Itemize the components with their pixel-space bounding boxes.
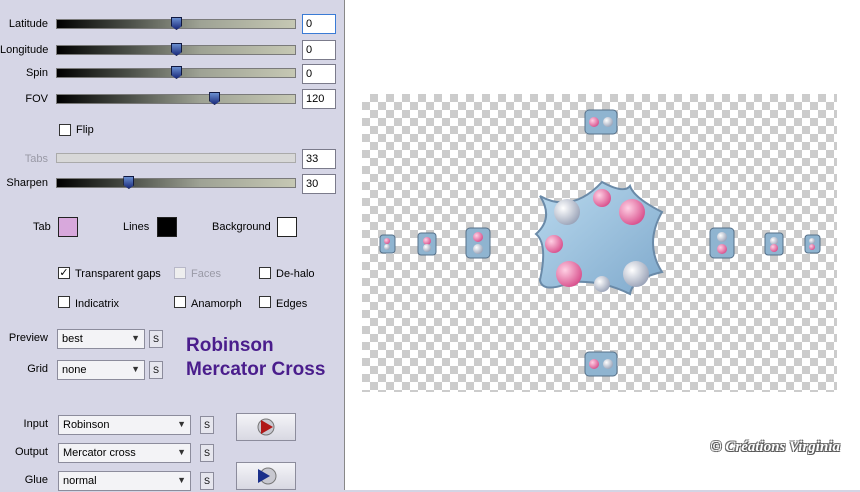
tab-color-swatch[interactable] <box>58 217 78 237</box>
preview-select[interactable]: best ▼ <box>57 329 145 349</box>
spin-value-field[interactable]: 0 <box>302 64 336 84</box>
lines-color-swatch[interactable] <box>157 217 177 237</box>
chevron-down-icon: ▼ <box>177 447 186 457</box>
output-label: Output <box>14 446 48 458</box>
longitude-slider[interactable] <box>56 43 296 56</box>
faces-label: Faces <box>191 268 221 280</box>
play-reverse-button[interactable] <box>236 462 296 490</box>
fov-label: FOV <box>25 93 48 105</box>
spin-slider-thumb[interactable] <box>171 66 182 79</box>
grid-label: Grid <box>27 363 48 375</box>
spin-label: Spin <box>25 67 48 79</box>
sharpen-slider[interactable] <box>56 176 296 189</box>
chevron-down-icon: ▼ <box>177 419 186 429</box>
flip-label: Flip <box>76 124 94 136</box>
play-disc-icon <box>257 418 275 436</box>
de-halo-checkbox[interactable] <box>259 267 271 279</box>
output-select-value: Mercator cross <box>63 447 136 459</box>
fov-slider-thumb[interactable] <box>209 92 221 105</box>
sharpen-value-field[interactable]: 30 <box>302 174 336 194</box>
play-forward-button[interactable] <box>236 413 296 441</box>
play-disc-icon <box>258 467 277 485</box>
input-select[interactable]: Robinson ▼ <box>58 415 191 435</box>
sharpen-label: Sharpen <box>6 177 48 189</box>
latitude-slider[interactable] <box>56 17 296 30</box>
flip-checkbox[interactable] <box>59 124 71 136</box>
input-s-button[interactable]: S <box>200 416 214 434</box>
transparent-gaps-label: Transparent gaps <box>75 268 161 280</box>
watermark-text: © Créations Virginia <box>710 439 840 455</box>
faces-checkbox <box>174 267 186 279</box>
latitude-value-field[interactable]: 0 <box>302 14 336 34</box>
longitude-label: Longitude <box>0 44 49 56</box>
latitude-slider-thumb[interactable] <box>171 17 182 30</box>
tabs-label: Tabs <box>24 153 48 165</box>
chevron-down-icon: ▼ <box>177 475 186 485</box>
projection-preview-image <box>379 109 821 377</box>
edges-checkbox[interactable] <box>259 296 271 308</box>
chevron-down-icon: ▼ <box>131 364 140 374</box>
grid-s-button[interactable]: S <box>149 361 163 379</box>
projection-title-line2: Mercator Cross <box>186 359 326 380</box>
tabs-value-field[interactable]: 33 <box>302 149 336 169</box>
lines-color-label: Lines <box>123 221 150 233</box>
glue-s-button[interactable]: S <box>200 472 214 490</box>
anamorph-checkbox[interactable] <box>174 296 186 308</box>
settings-panel: Latitude 0 Longitude 0 Spin 0 FOV 120 Fl… <box>0 0 344 491</box>
fov-value-field[interactable]: 120 <box>302 89 336 109</box>
glue-label: Glue <box>24 474 48 486</box>
tabs-slider <box>56 153 296 163</box>
fov-slider[interactable] <box>56 92 296 105</box>
output-s-button[interactable]: S <box>200 444 214 462</box>
tab-color-label: Tab <box>33 221 51 233</box>
projection-title-line1: Robinson <box>186 335 274 356</box>
spin-slider[interactable] <box>56 66 296 79</box>
input-label: Input <box>23 418 48 430</box>
de-halo-label: De-halo <box>276 268 315 280</box>
preview-label: Preview <box>8 332 48 344</box>
background-color-swatch[interactable] <box>277 217 297 237</box>
preview-s-button[interactable]: S <box>149 330 163 348</box>
indicatrix-label: Indicatrix <box>75 298 120 310</box>
glue-select-value: normal <box>63 475 97 487</box>
longitude-slider-thumb[interactable] <box>171 43 182 56</box>
edges-label: Edges <box>276 298 308 310</box>
indicatrix-checkbox[interactable] <box>58 296 70 308</box>
projection-title: Robinson Mercator Cross <box>186 334 325 382</box>
background-color-label: Background <box>212 221 271 233</box>
output-select[interactable]: Mercator cross ▼ <box>58 443 191 463</box>
input-select-value: Robinson <box>63 419 110 431</box>
grid-select-value: none <box>62 364 87 376</box>
longitude-value-field[interactable]: 0 <box>302 40 336 60</box>
transparent-gaps-checkbox[interactable]: ✓ <box>58 267 70 279</box>
chevron-down-icon: ▼ <box>131 333 140 343</box>
sharpen-slider-thumb[interactable] <box>123 176 135 189</box>
glue-select[interactable]: normal ▼ <box>58 471 191 491</box>
grid-select[interactable]: none ▼ <box>57 360 145 380</box>
anamorph-label: Anamorph <box>191 298 242 310</box>
preview-select-value: best <box>62 333 83 345</box>
latitude-label: Latitude <box>8 18 48 30</box>
central-star-tile <box>534 180 664 296</box>
